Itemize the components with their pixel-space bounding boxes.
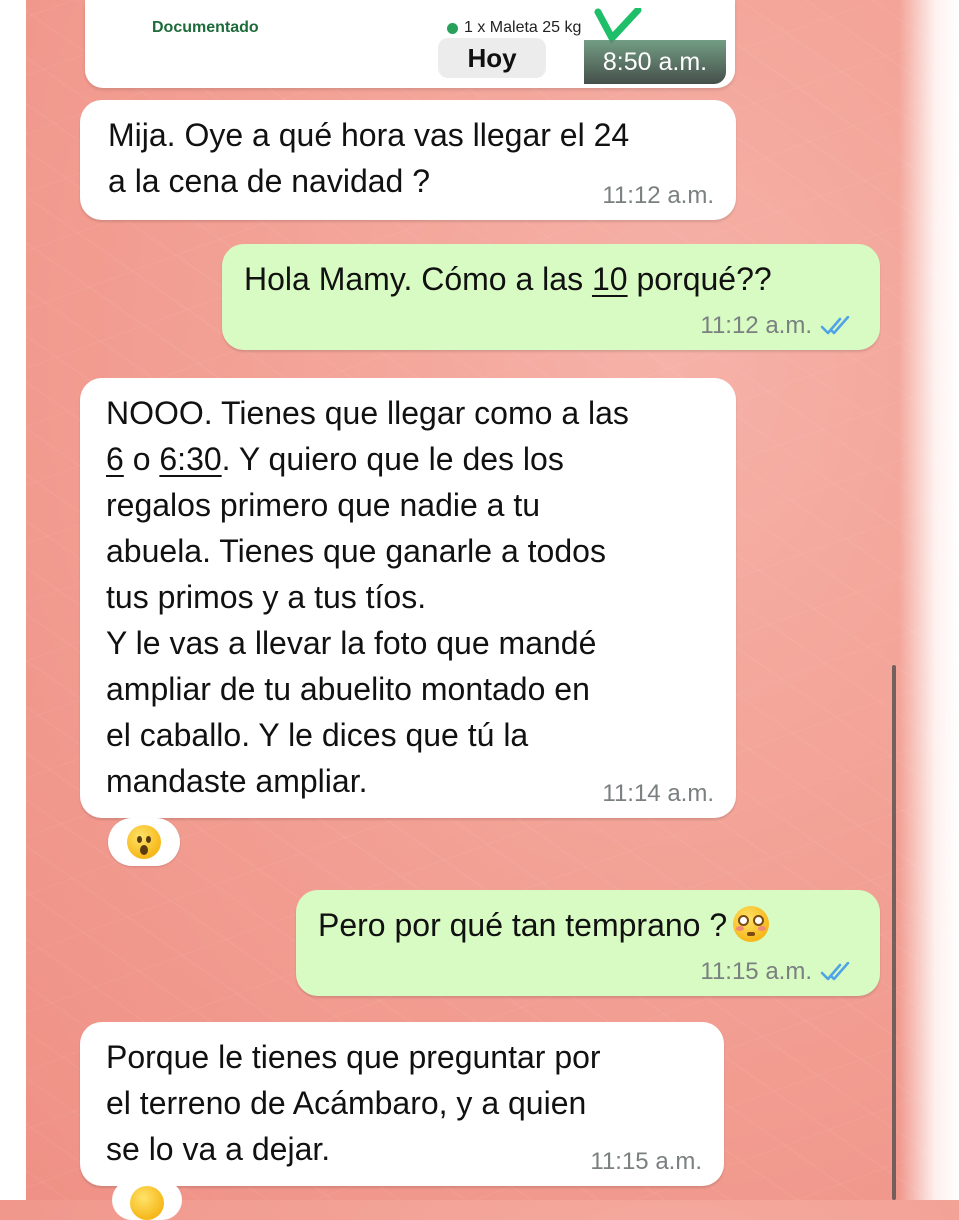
emoji-icon — [130, 1186, 164, 1220]
time-label: 11:14 a.m. — [602, 780, 714, 807]
scrollbar[interactable] — [892, 665, 896, 1200]
flushed-face-icon — [733, 906, 770, 942]
incoming-message[interactable]: NOOO. Tienes que llegar como a las 6 o 6… — [80, 378, 736, 818]
thumbnail-timestamp: 8:50 a.m. — [584, 40, 726, 84]
text-part: Pero por qué tan temprano ? — [318, 907, 728, 943]
read-receipt-icon — [820, 316, 850, 335]
time-label: 11:15 a.m. — [700, 958, 812, 985]
check-icon — [447, 22, 458, 34]
message-text: Pero por qué tan temprano ? — [318, 902, 770, 948]
time-label: 11:12 a.m. — [602, 182, 714, 209]
baggage-text: 1 x Maleta 25 kg — [464, 19, 582, 36]
time-link[interactable]: 10 — [592, 261, 628, 297]
message-timestamp: 11:14 a.m. — [602, 780, 714, 808]
left-border — [0, 0, 26, 1200]
right-border — [899, 0, 959, 1200]
message-text: Porque le tienes que preguntar por el te… — [106, 1039, 601, 1167]
green-check-icon — [594, 8, 642, 44]
message-timestamp: 11:15 a.m. — [590, 1148, 702, 1176]
time-label: 11:12 a.m. — [700, 312, 812, 339]
baggage-info: 1 x Maleta 25 kg — [447, 19, 581, 37]
text-rest: regalos primero que nadie a tu abuela. T… — [106, 487, 606, 799]
message-reaction[interactable] — [108, 818, 180, 866]
document-status: Documentado — [152, 19, 259, 36]
text-line: NOOO. Tienes que llegar como a las — [106, 395, 629, 431]
message-text: Hola Mamy. Cómo a las 10 porqué?? — [244, 256, 772, 302]
incoming-message[interactable]: Porque le tienes que preguntar por el te… — [80, 1022, 724, 1186]
text-part: . Y quiero que le des los — [221, 441, 564, 477]
message-timestamp: 11:12 a.m. — [700, 312, 854, 340]
message-timestamp: 11:12 a.m. — [602, 182, 714, 210]
outgoing-message[interactable]: Hola Mamy. Cómo a las 10 porqué?? 11:12 … — [222, 244, 880, 350]
date-divider: Hoy — [438, 38, 546, 78]
text-part: porqué?? — [627, 261, 772, 297]
message-text: NOOO. Tienes que llegar como a las 6 o 6… — [106, 390, 629, 804]
text-part: o — [123, 441, 160, 477]
astonished-face-icon — [127, 825, 161, 859]
outgoing-message[interactable]: Pero por qué tan temprano ? 11:15 a.m. — [296, 890, 880, 996]
message-timestamp: 11:15 a.m. — [700, 958, 854, 986]
time-link[interactable]: 6:30 — [159, 441, 221, 477]
read-receipt-icon — [820, 962, 850, 981]
time-link[interactable]: 6 — [106, 441, 124, 477]
incoming-message[interactable]: Mija. Oye a qué hora vas llegar el 24 a … — [80, 100, 736, 220]
text-part: Hola Mamy. Cómo a las — [244, 261, 592, 297]
message-reaction[interactable] — [112, 1180, 182, 1220]
message-text: Mija. Oye a qué hora vas llegar el 24 a … — [108, 117, 630, 199]
time-label: 11:15 a.m. — [590, 1148, 702, 1175]
